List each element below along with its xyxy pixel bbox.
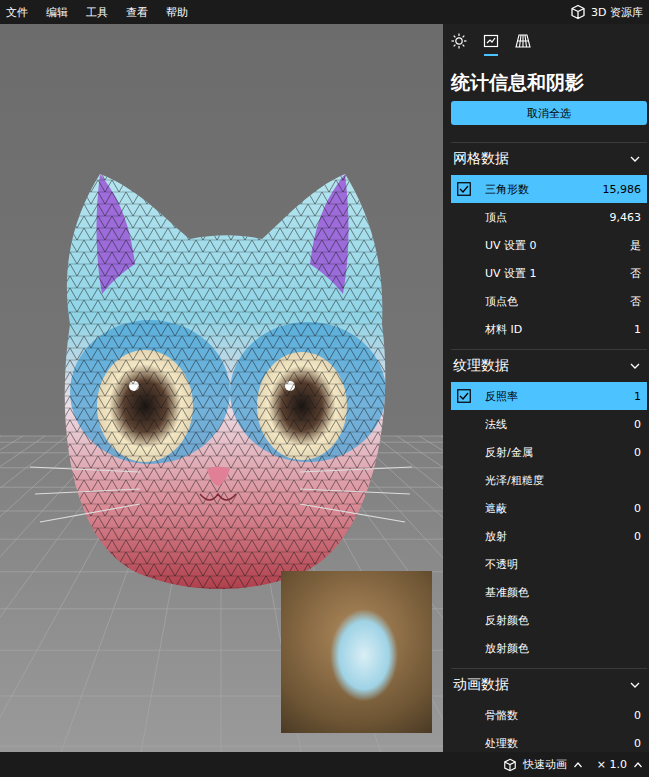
section-header[interactable]: 网格数据 bbox=[451, 143, 647, 175]
stat-row[interactable]: 材料 ID 1 bbox=[451, 315, 647, 343]
side-panel: 统计信息和阴影 取消全选 网格数据 三角形数 15,986 顶点 9,463 U… bbox=[443, 24, 649, 752]
stat-value: 0 bbox=[634, 418, 641, 431]
menu-bar: 文件编辑工具查看帮助 3D 资源库 bbox=[0, 0, 649, 24]
library-label[interactable]: 3D 资源库 bbox=[591, 5, 643, 20]
section-header[interactable]: 动画数据 bbox=[451, 669, 647, 701]
app-window: 文件编辑工具查看帮助 3D 资源库 统计信息和阴影 取消全选 网格数据 三角形数… bbox=[0, 0, 649, 777]
library-link[interactable]: 3D 资源库 bbox=[570, 4, 643, 20]
checkbox-icon[interactable] bbox=[457, 389, 471, 403]
stat-label: 反照率 bbox=[485, 389, 634, 404]
stats-section: 纹理数据 反照率 1 法线 0 反射/金属 0 光泽/粗糙度 遮蔽 0 放射 0… bbox=[451, 349, 647, 662]
stat-value: 是 bbox=[630, 238, 641, 253]
stat-value: 否 bbox=[630, 266, 641, 281]
stat-row[interactable]: 不透明 bbox=[451, 550, 647, 578]
menu-item[interactable]: 查看 bbox=[124, 5, 150, 20]
stat-value: 9,463 bbox=[610, 211, 642, 224]
stat-label: 反射颜色 bbox=[485, 613, 641, 628]
stat-label: 材料 ID bbox=[485, 322, 634, 337]
deselect-all-button[interactable]: 取消全选 bbox=[451, 101, 647, 125]
menu-item[interactable]: 编辑 bbox=[44, 5, 70, 20]
stat-value: 1 bbox=[634, 390, 641, 403]
floor-grid bbox=[0, 436, 443, 752]
section-header[interactable]: 纹理数据 bbox=[451, 350, 647, 382]
stat-row[interactable]: 反射/金属 0 bbox=[451, 438, 647, 466]
stat-row[interactable]: 法线 0 bbox=[451, 410, 647, 438]
menu-item[interactable]: 文件 bbox=[4, 5, 30, 20]
stat-label: 遮蔽 bbox=[485, 501, 634, 516]
stat-label: UV 设置 0 bbox=[485, 238, 630, 253]
stat-row[interactable]: 反照率 1 bbox=[451, 382, 647, 410]
stat-row[interactable]: 骨骼数 0 bbox=[451, 701, 647, 729]
chevron-up-icon bbox=[573, 760, 583, 770]
menu-item[interactable]: 工具 bbox=[84, 5, 110, 20]
whiskers bbox=[30, 467, 412, 522]
viewport[interactable] bbox=[0, 24, 443, 752]
cube-animation-icon bbox=[503, 758, 517, 772]
stat-row[interactable]: 三角形数 15,986 bbox=[451, 175, 647, 203]
panel-tab[interactable] bbox=[483, 24, 499, 58]
stat-row[interactable]: 反射颜色 bbox=[451, 606, 647, 634]
stat-label: 反射/金属 bbox=[485, 445, 634, 460]
stat-label: 顶点色 bbox=[485, 294, 630, 309]
checkbox-icon[interactable] bbox=[457, 182, 471, 196]
grid-icon bbox=[515, 33, 531, 49]
cat-model[interactable] bbox=[30, 164, 412, 604]
stat-value: 0 bbox=[634, 530, 641, 543]
stat-label: 放射颜色 bbox=[485, 641, 641, 656]
stat-row[interactable]: 遮蔽 0 bbox=[451, 494, 647, 522]
stat-row[interactable]: 光泽/粗糙度 bbox=[451, 466, 647, 494]
stat-value: 15,986 bbox=[603, 183, 642, 196]
stat-row[interactable]: UV 设置 0 是 bbox=[451, 231, 647, 259]
chevron-up-icon bbox=[633, 760, 643, 770]
stat-row[interactable]: 基准颜色 bbox=[451, 578, 647, 606]
quick-animation-button[interactable]: 快速动画 bbox=[503, 757, 583, 772]
panel-tab[interactable] bbox=[515, 24, 531, 58]
stat-value: 1 bbox=[634, 323, 641, 336]
stat-row[interactable]: 处理数 0 bbox=[451, 729, 647, 752]
stat-value: 0 bbox=[634, 737, 641, 750]
status-bar: 快速动画 × 1.0 bbox=[0, 752, 649, 777]
stat-value: 0 bbox=[634, 446, 641, 459]
stat-row[interactable]: UV 设置 1 否 bbox=[451, 259, 647, 287]
stat-label: 骨骼数 bbox=[485, 708, 634, 723]
stat-row[interactable]: 顶点 9,463 bbox=[451, 203, 647, 231]
panel-title: 统计信息和阴影 bbox=[451, 68, 647, 96]
stat-label: 顶点 bbox=[485, 210, 610, 225]
stat-row[interactable]: 顶点色 否 bbox=[451, 287, 647, 315]
stats-section: 动画数据 骨骼数 0 处理数 0 bbox=[451, 668, 647, 752]
stat-value: 0 bbox=[634, 502, 641, 515]
speed-label[interactable]: × 1.0 bbox=[597, 758, 627, 771]
sun-icon bbox=[451, 33, 467, 49]
chevron-icon bbox=[629, 679, 641, 691]
speed-button[interactable]: × 1.0 bbox=[597, 758, 643, 771]
panel-tab[interactable] bbox=[451, 24, 467, 58]
stat-row[interactable]: 放射 0 bbox=[451, 522, 647, 550]
main-area: 统计信息和阴影 取消全选 网格数据 三角形数 15,986 顶点 9,463 U… bbox=[0, 24, 649, 752]
stat-label: 处理数 bbox=[485, 736, 634, 751]
stat-label: 不透明 bbox=[485, 557, 641, 572]
stats-icon bbox=[483, 33, 499, 49]
stat-label: 放射 bbox=[485, 529, 634, 544]
animation-label[interactable]: 快速动画 bbox=[523, 757, 567, 772]
chevron-icon bbox=[629, 153, 641, 165]
panel-tabs bbox=[451, 24, 647, 58]
stat-value: 0 bbox=[634, 709, 641, 722]
stats-section: 网格数据 三角形数 15,986 顶点 9,463 UV 设置 0 是 UV 设… bbox=[451, 142, 647, 343]
stat-label: 法线 bbox=[485, 417, 634, 432]
stat-value: 否 bbox=[630, 294, 641, 309]
menu-item[interactable]: 帮助 bbox=[164, 5, 190, 20]
menu: 文件编辑工具查看帮助 bbox=[4, 5, 190, 20]
chevron-icon bbox=[629, 360, 641, 372]
thumbnail-image bbox=[281, 571, 432, 733]
stat-label: UV 设置 1 bbox=[485, 266, 630, 281]
stat-label: 三角形数 bbox=[485, 182, 603, 197]
stat-label: 基准颜色 bbox=[485, 585, 641, 600]
cube-icon bbox=[570, 4, 586, 20]
stat-row[interactable]: 放射颜色 bbox=[451, 634, 647, 662]
stat-label: 光泽/粗糙度 bbox=[485, 473, 641, 488]
